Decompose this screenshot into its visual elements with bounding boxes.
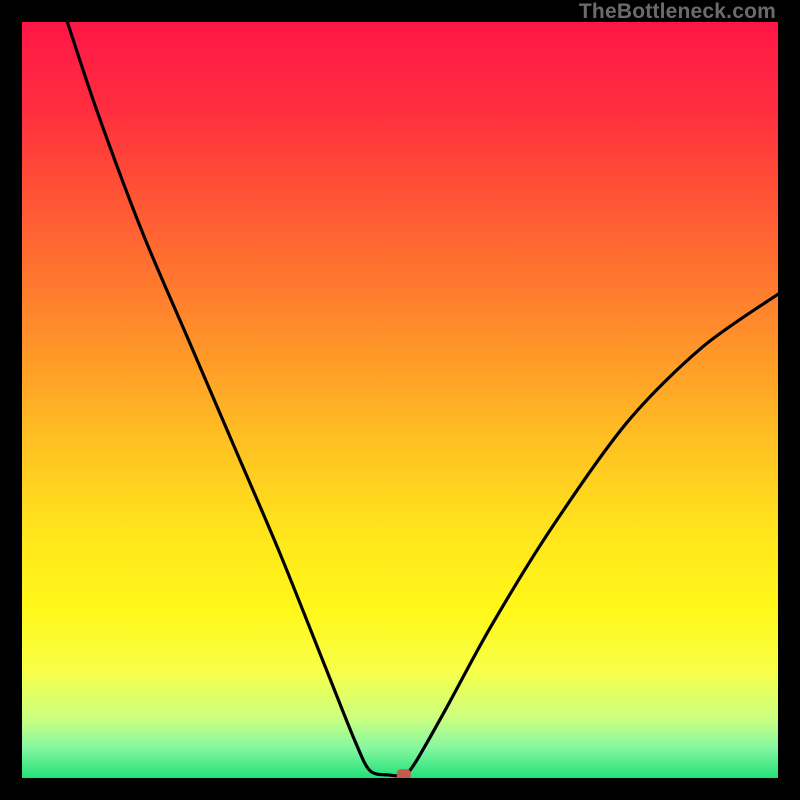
chart-frame xyxy=(22,22,778,778)
bottleneck-chart xyxy=(22,22,778,778)
gradient-background xyxy=(22,22,778,778)
watermark-label: TheBottleneck.com xyxy=(579,0,776,24)
minimum-marker xyxy=(397,769,411,778)
